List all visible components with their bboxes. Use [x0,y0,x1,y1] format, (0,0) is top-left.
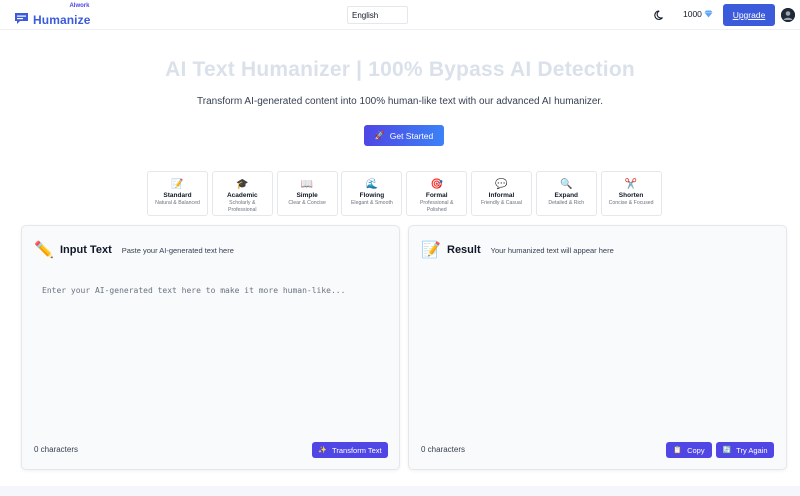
clipboard-icon: 📋 [673,447,683,454]
mode-name: Standard [163,192,192,199]
graduation-cap-icon: 🎓 [236,179,249,190]
input-textarea[interactable] [32,278,388,438]
magnifier-icon: 🔍 [560,179,573,190]
target-icon: 🎯 [430,179,443,190]
mode-desc: Natural & Balanced [155,200,200,206]
mode-expand[interactable]: 🔍 Expand Detailed & Rich [535,171,597,216]
result-panel: 📝 Result Your humanized text will appear… [408,225,787,470]
input-panel-subtitle: Paste your AI-generated text here [121,246,234,255]
memo-icon: 📝 [171,179,184,190]
transform-text-label: Transform Text [332,445,382,455]
mode-name: Simple [296,192,318,199]
mode-desc: Friendly & Casual [481,200,522,206]
mode-name: Academic [226,192,258,199]
brand-main-text: Humanize [33,12,91,27]
user-avatar-icon[interactable] [781,8,795,22]
result-char-count: 0 characters [421,445,466,454]
result-panel-title: Result [447,244,481,256]
mode-selector: 📝 Standard Natural & Balanced 🎓 Academic… [147,171,665,216]
refresh-icon: 🔄 [722,447,732,454]
hero-title: AI Text Humanizer | 100% Bypass AI Detec… [165,58,635,81]
mode-name: Expand [554,192,579,199]
language-select[interactable]: English [347,6,408,24]
mode-formal[interactable]: 🎯 Formal Professional & Polished [406,171,468,216]
moon-icon[interactable] [654,9,666,21]
top-header: AIwork Humanize English 1000 Upgrade [0,0,800,30]
mode-flowing[interactable]: 🌊 Flowing Elegant & Smooth [341,171,403,216]
input-char-count: 0 characters [34,445,79,454]
hero-subtitle: Transform AI-generated content into 100%… [197,96,603,107]
mode-name: Informal [488,192,515,199]
result-panel-header: 📝 Result Your humanized text will appear… [421,240,614,260]
mode-shorten[interactable]: ✂️ Shorten Concise & Focused [600,171,662,216]
scissors-icon: ✂️ [624,179,638,190]
mode-desc: Detailed & Rich [548,200,585,206]
input-panel: ✏️ Input Text Paste your AI-generated te… [21,225,400,470]
footer-strip [0,486,800,496]
upgrade-button[interactable]: Upgrade [723,4,775,26]
credits-count: 1000 [683,9,702,19]
mode-desc: Scholarly & Professional [228,200,257,213]
mode-simple[interactable]: 📖 Simple Clear & Concise [276,171,338,216]
mode-desc: Professional & Polished [419,200,454,213]
book-icon: 📖 [300,179,314,190]
mode-desc: Concise & Focused [608,200,654,206]
diamond-icon [704,10,713,18]
mode-desc: Elegant & Smooth [350,200,393,206]
pencil-icon: ✏️ [34,242,54,259]
mode-name: Shorten [618,192,644,199]
brand-small-text: AIwork [69,2,90,9]
mode-name: Formal [425,192,448,199]
sparkles-icon: ✨ [318,447,328,454]
speech-bubble-icon: 💬 [495,179,508,190]
chat-bubble-icon [15,12,28,24]
mode-academic[interactable]: 🎓 Academic Scholarly & Professional [211,171,273,216]
mode-standard[interactable]: 📝 Standard Natural & Balanced [147,171,208,216]
get-started-button[interactable]: 🚀 Get Started [364,125,444,146]
mode-informal[interactable]: 💬 Informal Friendly & Casual [470,171,532,216]
memo-icon: 📝 [421,242,441,259]
rocket-icon: 🚀 [374,131,385,140]
credits-display: 1000 [683,9,713,19]
transform-text-button[interactable]: ✨ Transform Text [312,442,388,458]
mode-desc: Clear & Concise [288,200,326,206]
input-panel-title: Input Text [60,244,112,256]
get-started-label: Get Started [389,130,434,141]
try-again-button[interactable]: 🔄 Try Again [716,442,774,458]
brand-logo[interactable]: AIwork Humanize [14,2,90,28]
result-panel-subtitle: Your humanized text will appear here [490,246,614,255]
mode-name: Flowing [359,192,385,199]
input-panel-header: ✏️ Input Text Paste your AI-generated te… [34,240,234,260]
brand-text: AIwork Humanize [33,2,91,27]
try-again-label: Try Again [736,445,768,455]
wave-icon: 🌊 [365,179,379,190]
copy-label: Copy [687,445,705,455]
copy-button[interactable]: 📋 Copy [666,442,712,458]
